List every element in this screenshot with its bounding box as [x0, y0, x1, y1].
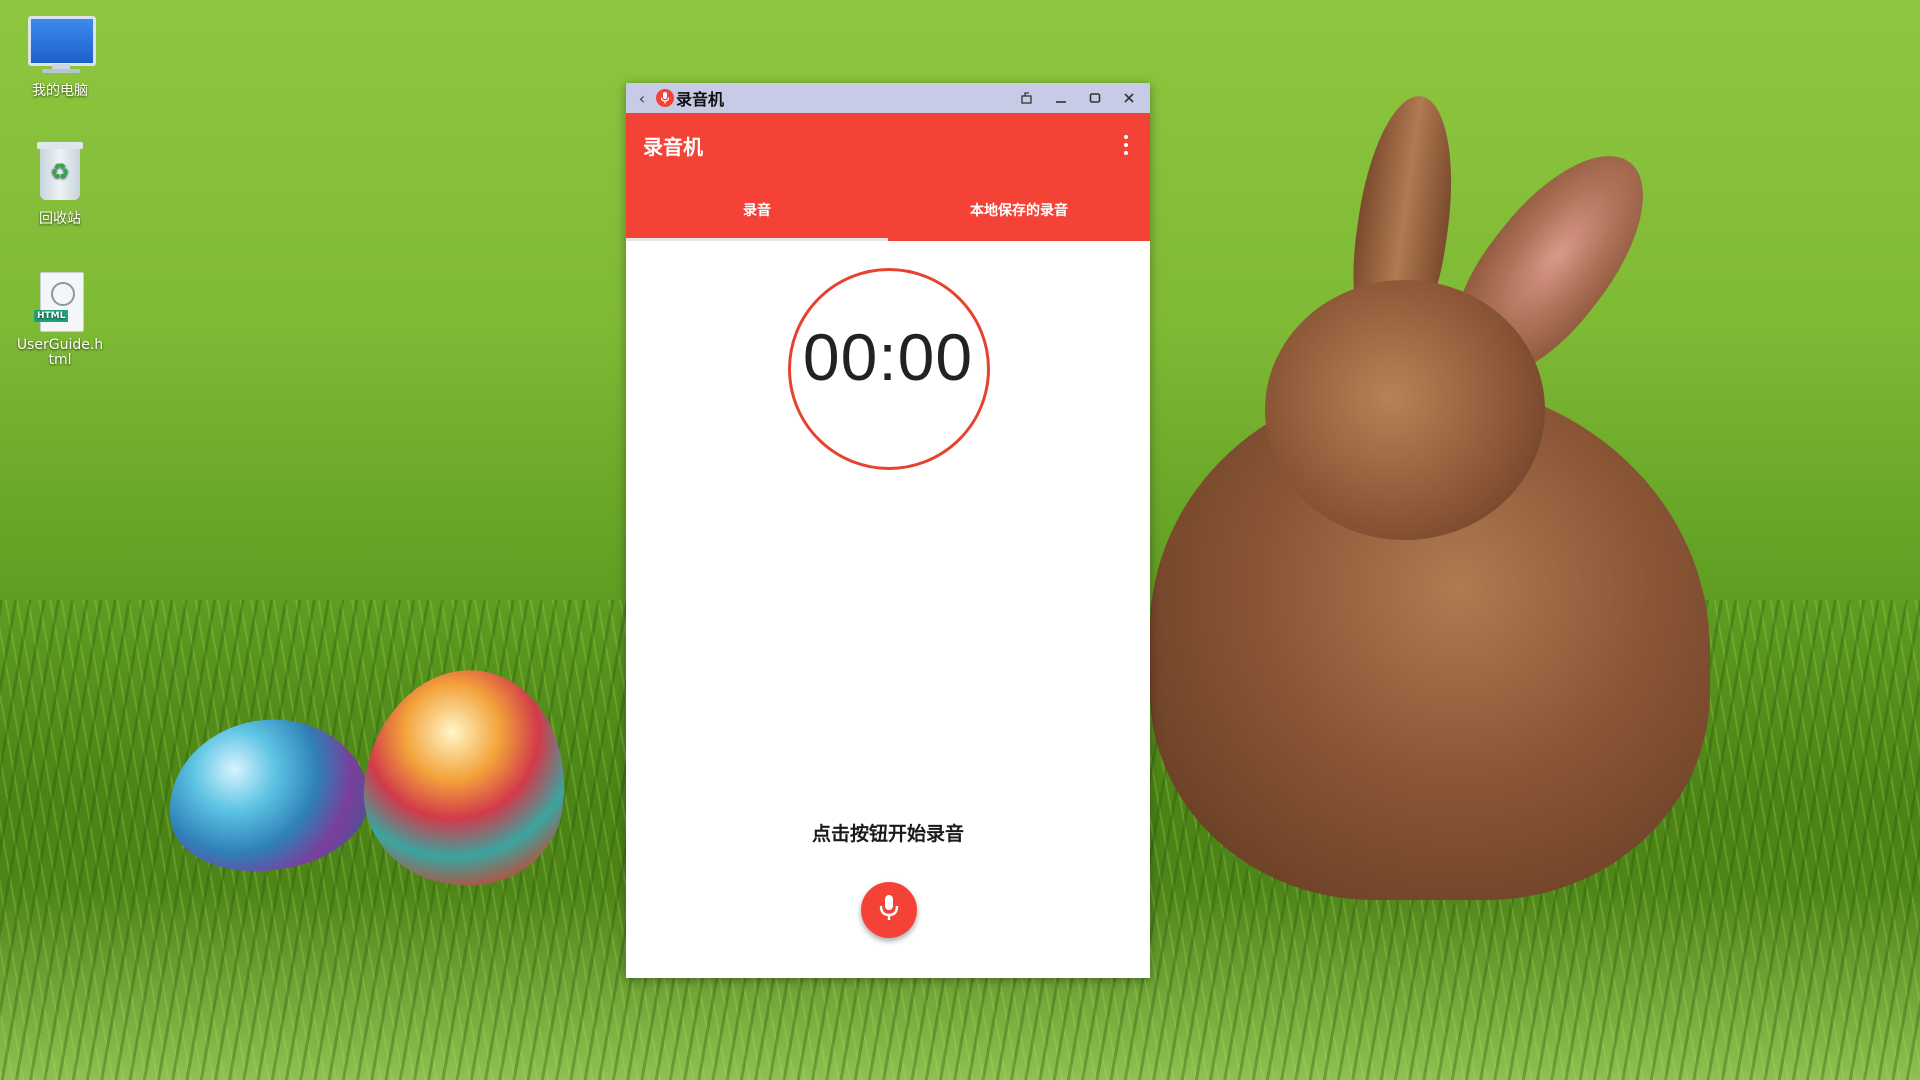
window-titlebar[interactable]: ‹ 录音机 — [626, 83, 1150, 113]
desktop-icon-label: UserGuide.html — [16, 337, 104, 368]
close-icon[interactable] — [1112, 83, 1146, 113]
record-button[interactable] — [861, 882, 917, 938]
desktop-icon-recycle-bin[interactable]: ♻ 回收站 — [15, 142, 105, 228]
html-file-icon: HTML — [28, 272, 92, 332]
minimize-icon[interactable] — [1044, 83, 1078, 113]
desktop-icon-userguide[interactable]: HTML UserGuide.html — [15, 272, 105, 368]
app-title: 录音机 — [643, 135, 703, 159]
desktop-icon-label: 回收站 — [39, 211, 81, 227]
more-options-icon[interactable] — [1120, 133, 1132, 157]
desktop-icon-my-computer[interactable]: 我的电脑 — [15, 14, 105, 100]
screen-rotate-icon[interactable] — [1010, 83, 1044, 113]
app-mic-icon — [656, 89, 674, 107]
microphone-icon — [878, 894, 900, 926]
recorder-window: ‹ 录音机 录音机 录音 本地保存的录音 00:00 点击按钮开始录音 — [626, 83, 1150, 978]
window-title: 录音机 — [676, 90, 725, 109]
timer-display: 00:00 — [802, 320, 974, 394]
tab-bar: 录音 本地保存的录音 — [626, 179, 1150, 241]
tab-record[interactable]: 录音 — [626, 179, 888, 241]
record-panel: 00:00 点击按钮开始录音 — [626, 241, 1150, 948]
desktop-icon-label: 我的电脑 — [32, 83, 88, 99]
maximize-icon[interactable] — [1078, 83, 1112, 113]
tab-saved-recordings[interactable]: 本地保存的录音 — [888, 179, 1150, 241]
recycle-bin-icon: ♻ — [28, 142, 92, 202]
wallpaper-bunny-head — [1265, 280, 1545, 540]
app-bar: 录音机 录音 本地保存的录音 — [626, 113, 1150, 241]
record-hint: 点击按钮开始录音 — [811, 823, 964, 845]
back-icon[interactable]: ‹ — [630, 89, 654, 108]
computer-icon — [28, 14, 96, 74]
